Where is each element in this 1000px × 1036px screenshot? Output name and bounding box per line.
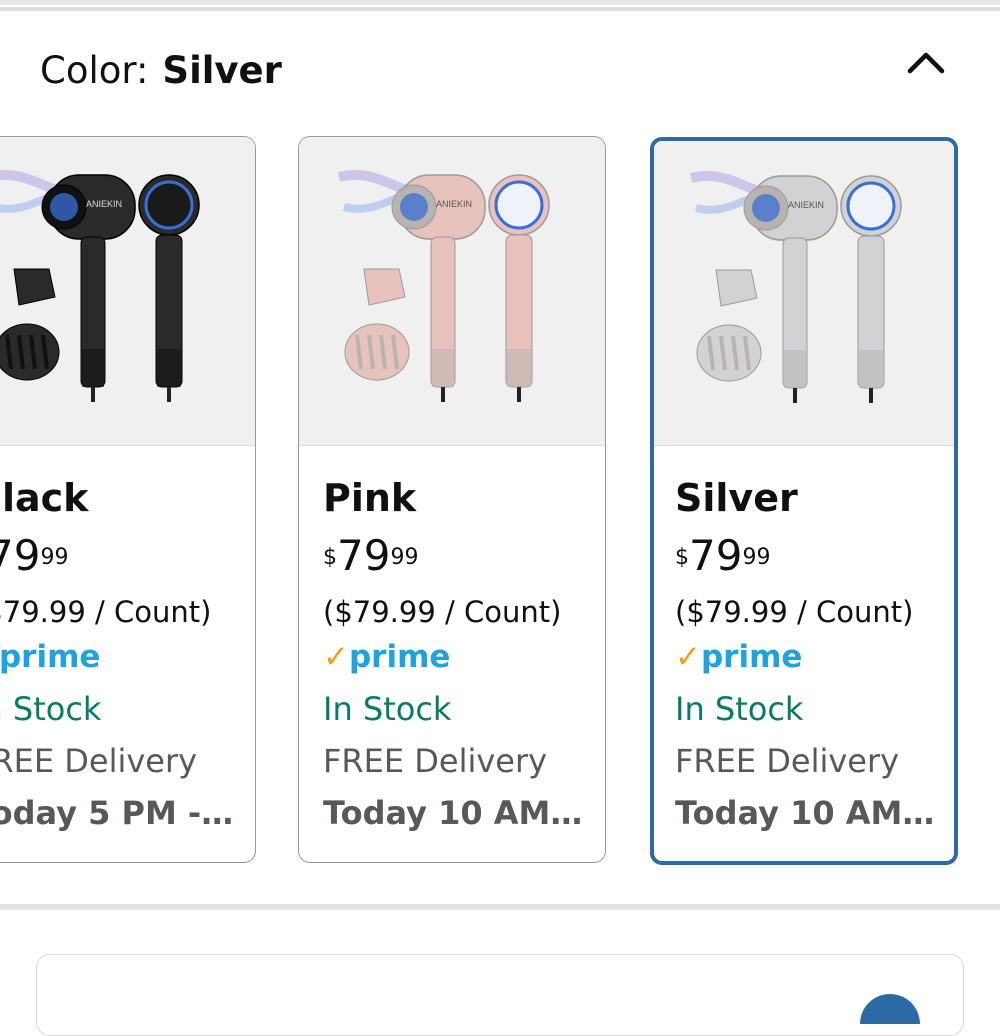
- hair-dryer-image: ANIEKIN: [337, 170, 550, 402]
- stock-status: In Stock: [675, 690, 804, 728]
- product-image: ANIEKIN: [0, 137, 255, 446]
- prime-check-icon: ✓: [675, 639, 701, 675]
- delivery-date: Today 10 AM - 3 PM: [675, 794, 937, 832]
- prime-badge: ✓prime: [0, 639, 101, 675]
- color-label: Color:: [40, 49, 149, 92]
- prime-badge: ✓prime: [323, 639, 451, 675]
- unit-price: ($79.99 / Count): [675, 595, 914, 629]
- option-name: Black: [0, 476, 89, 520]
- option-name: Silver: [675, 476, 798, 520]
- delivery-date: Today 5 PM - 10 PM: [0, 794, 235, 832]
- hair-dryer-image: ANIEKIN: [0, 170, 200, 402]
- color-selector-header: Color: Silver: [40, 46, 282, 96]
- product-image: ANIEKIN: [299, 137, 605, 446]
- svg-text:ANIEKIN: ANIEKIN: [86, 199, 122, 209]
- color-options-carousel[interactable]: ANIEKIN Black $7999 ($79.99 / Count) ✓pr…: [0, 135, 1000, 870]
- section-divider: [0, 904, 1000, 910]
- chevron-up-icon: [907, 52, 945, 74]
- option-price: $7999: [0, 533, 69, 579]
- option-price: $7999: [323, 531, 419, 580]
- delivery-label: FREE Delivery: [323, 742, 548, 780]
- option-price: $7999: [675, 531, 771, 580]
- unit-price: ($79.99 / Count): [0, 595, 212, 629]
- prime-badge: ✓prime: [675, 639, 803, 675]
- product-image: ANIEKIN: [654, 141, 954, 446]
- delivery-date: Today 10 AM - 3 PM: [323, 794, 585, 832]
- color-option-pink[interactable]: ANIEKIN Pink $7999 ($79.99 / Count) ✓pri…: [298, 136, 606, 863]
- collapse-button[interactable]: [896, 38, 956, 88]
- next-section-card[interactable]: [36, 954, 964, 1036]
- delivery-label: FREE Delivery: [675, 742, 900, 780]
- color-option-black[interactable]: ANIEKIN Black $7999 ($79.99 / Count) ✓pr…: [0, 136, 256, 863]
- selected-color-value: Silver: [162, 49, 282, 92]
- delivery-label: FREE Delivery: [0, 742, 198, 780]
- svg-text:ANIEKIN: ANIEKIN: [788, 200, 824, 210]
- stock-status: In Stock: [0, 690, 102, 728]
- unit-price: ($79.99 / Count): [323, 595, 562, 629]
- svg-text:ANIEKIN: ANIEKIN: [436, 199, 472, 209]
- prime-check-icon: ✓: [323, 639, 349, 675]
- stock-status: In Stock: [323, 690, 452, 728]
- option-name: Pink: [323, 476, 417, 520]
- color-option-silver[interactable]: ANIEKIN Silver $7999 ($79.99 / Count) ✓p…: [650, 137, 958, 865]
- top-rule: [0, 7, 1000, 11]
- hair-dryer-image: ANIEKIN: [689, 171, 902, 403]
